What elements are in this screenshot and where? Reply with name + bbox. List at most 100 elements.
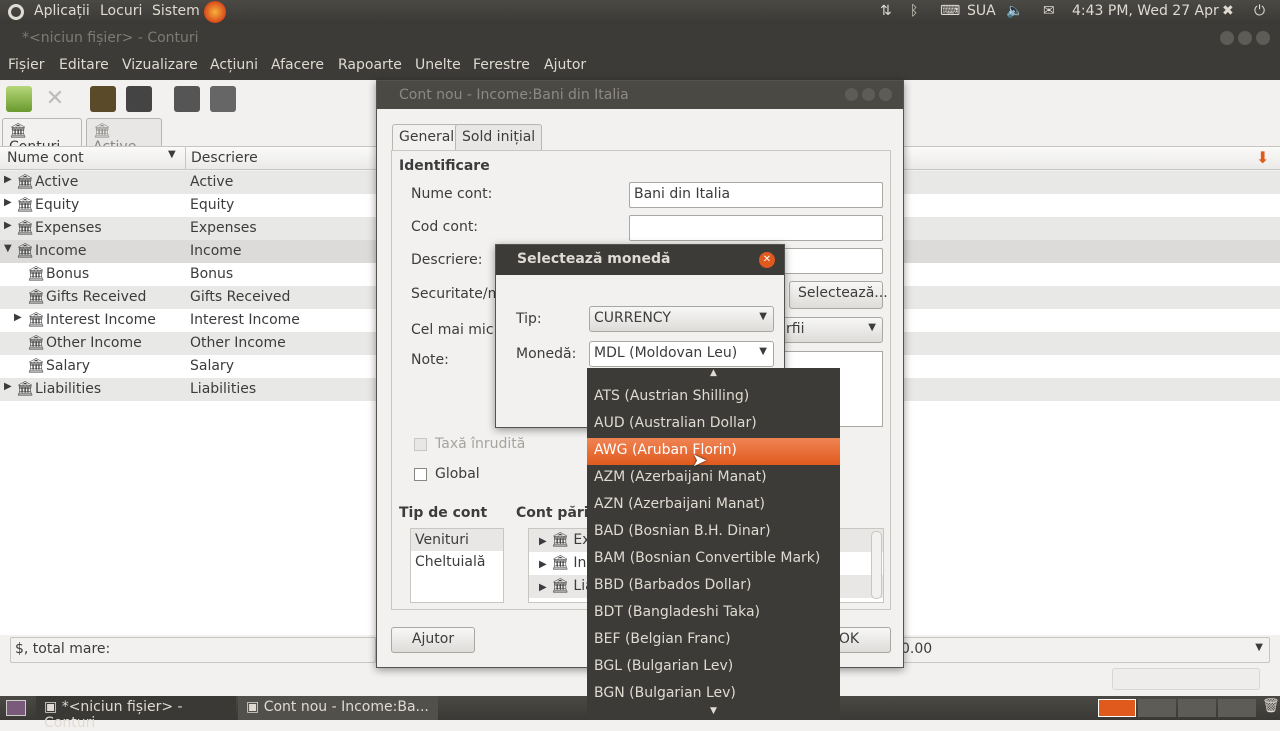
open-icon[interactable] (90, 86, 116, 112)
account-name-input[interactable]: Bani din Italia (629, 182, 883, 208)
arrow-down-icon[interactable]: ⬇ (1256, 148, 1269, 167)
tab-opening-balance[interactable]: Sold inițial (455, 124, 543, 150)
list-item[interactable]: BAD (Bosnian B.H. Dinar) (587, 519, 840, 546)
clock[interactable]: 4:43 PM, Wed 27 Apr (1072, 3, 1219, 19)
workspace-2[interactable] (1138, 699, 1176, 717)
menu-windows[interactable]: Ferestre (473, 57, 530, 73)
currency-option: AWG (Aruban Florin) (594, 442, 737, 458)
fraction-combo[interactable]: rfii ▼ (777, 317, 883, 343)
workspace-4[interactable] (1218, 699, 1256, 717)
account-desc: Other Income (190, 335, 286, 351)
expander-icon[interactable]: ▶ (4, 197, 12, 208)
keyboard-layout[interactable]: SUA (967, 3, 996, 19)
menu-actions[interactable]: Acțiuni (210, 57, 258, 73)
account-code-input[interactable] (629, 215, 883, 241)
mail-icon[interactable]: ✉ (1043, 3, 1055, 19)
expander-icon[interactable]: ▶ (14, 312, 22, 323)
tab-assets[interactable]: 🏛 Active (86, 118, 162, 155)
delete-icon[interactable]: ✕ (42, 86, 68, 112)
list-item[interactable]: ATS (Austrian Shilling) (587, 384, 840, 411)
scrollbar[interactable] (871, 531, 882, 599)
window-icon: ▣ (44, 699, 58, 715)
list-item[interactable]: BGL (Bulgarian Lev) (587, 654, 840, 681)
delete-account-icon[interactable] (210, 86, 236, 112)
trash-icon[interactable]: 🗑 (1262, 698, 1280, 714)
menu-tools[interactable]: Unelte (415, 57, 461, 73)
dialog-minimize-button[interactable] (845, 88, 858, 101)
menu-system[interactable]: Sistem (152, 3, 200, 19)
scroll-down-icon[interactable]: ▼ (587, 706, 840, 720)
type-combo[interactable]: CURRENCY ▼ (589, 306, 774, 332)
maximize-button[interactable] (1238, 31, 1252, 45)
col-account-name[interactable]: Nume cont (7, 150, 84, 166)
expander-icon[interactable]: ▶ (4, 220, 12, 231)
dialog-close-button[interactable] (879, 88, 892, 101)
show-desktop-icon[interactable] (6, 700, 26, 716)
select-dialog-titlebar: Selectează monedă ✕ (496, 245, 784, 275)
workspace-3[interactable] (1178, 699, 1216, 717)
list-item-highlighted[interactable]: AWG (Aruban Florin) (587, 438, 840, 465)
col-description[interactable]: Descriere (191, 150, 258, 166)
select-currency-button[interactable]: Selectează... (789, 281, 888, 309)
account-desc: Bonus (190, 266, 234, 282)
list-item[interactable]: BAM (Bosnian Convertible Mark) (587, 546, 840, 573)
menu-places[interactable]: Locuri (100, 3, 142, 19)
list-item[interactable]: BBD (Barbados Dollar) (587, 573, 840, 600)
tab-general[interactable]: General (392, 124, 462, 151)
close-button[interactable] (1256, 31, 1270, 45)
description-label: Descriere: (411, 252, 483, 268)
currency-combo[interactable]: MDL (Moldovan Leu) ▼ (589, 341, 774, 367)
scroll-up-icon[interactable]: ▲ (587, 368, 840, 384)
bank-icon: 🏛 (16, 197, 34, 213)
expander-icon[interactable]: ▶ (4, 174, 12, 185)
dialog-maximize-button[interactable] (862, 88, 875, 101)
list-item[interactable]: AZM (Azerbaijani Manat) (587, 465, 840, 492)
currency-option: BEF (Belgian Franc) (594, 631, 731, 647)
minimize-button[interactable] (1220, 31, 1234, 45)
list-item[interactable]: AZN (Azerbaijani Manat) (587, 492, 840, 519)
menu-view[interactable]: Vizualizare (122, 57, 198, 73)
list-item[interactable]: Cheltuială (411, 551, 503, 573)
menu-reports[interactable]: Rapoarte (338, 57, 402, 73)
menu-business[interactable]: Afacere (271, 57, 324, 73)
tab-accounts[interactable]: 🏛 Conturi (2, 118, 82, 155)
workspace-1[interactable] (1098, 699, 1136, 717)
close-session-icon[interactable]: ✖ (1222, 3, 1234, 19)
expander-open-icon[interactable]: ▼ (4, 243, 12, 254)
volume-icon[interactable]: 🔈 (1006, 3, 1023, 19)
menu-file[interactable]: Fișier (8, 57, 44, 73)
account-name: Bonus (46, 266, 90, 282)
list-item[interactable]: Venituri (411, 529, 503, 551)
list-item[interactable]: BGN (Bulgarian Lev) (587, 681, 840, 708)
total-value-combo[interactable]: 0.00 ▼ (896, 637, 1270, 663)
menu-applications[interactable]: Aplicații (34, 3, 90, 19)
close-icon[interactable]: ✕ (759, 252, 775, 268)
taskbar-item-accounts[interactable]: ▣ *<niciun fișier> - Conturi (36, 696, 236, 731)
help-button[interactable]: Ajutor (391, 627, 475, 653)
chevron-down-icon: ▼ (759, 311, 767, 322)
list-item[interactable]: AUD (Australian Dollar) (587, 411, 840, 438)
sort-down-icon[interactable]: ▼ (168, 149, 176, 160)
list-item[interactable]: BDT (Bangladeshi Taka) (587, 600, 840, 627)
bluetooth-icon[interactable]: ᛒ (910, 3, 918, 19)
list-item[interactable]: BEF (Belgian Franc) (587, 627, 840, 654)
currency-option: AZM (Azerbaijani Manat) (594, 469, 767, 485)
firefox-icon[interactable] (204, 1, 226, 23)
expander-icon: ▶ (539, 559, 547, 570)
menu-bar: Fișier Editare Vizualizare Acțiuni Aface… (0, 52, 1280, 80)
tax-related-checkbox[interactable] (414, 438, 427, 451)
edit-icon[interactable] (126, 86, 152, 112)
power-icon[interactable]: ⏻ (1254, 3, 1265, 19)
menu-edit[interactable]: Editare (59, 57, 109, 73)
new-account-icon[interactable] (174, 86, 200, 112)
total-summary[interactable]: $, total mare: (10, 637, 376, 663)
menu-help[interactable]: Ajutor (544, 57, 586, 73)
global-checkbox[interactable] (414, 468, 427, 481)
taskbar-item-new-account[interactable]: ▣ Cont nou - Income:Ba... (238, 696, 438, 720)
description-input[interactable] (777, 248, 883, 274)
network-icon[interactable]: ⇅ (880, 3, 892, 19)
account-name: Equity (35, 197, 80, 213)
ubuntu-logo-icon[interactable] (8, 4, 24, 20)
expander-icon[interactable]: ▶ (4, 381, 12, 392)
save-icon[interactable] (6, 86, 32, 112)
